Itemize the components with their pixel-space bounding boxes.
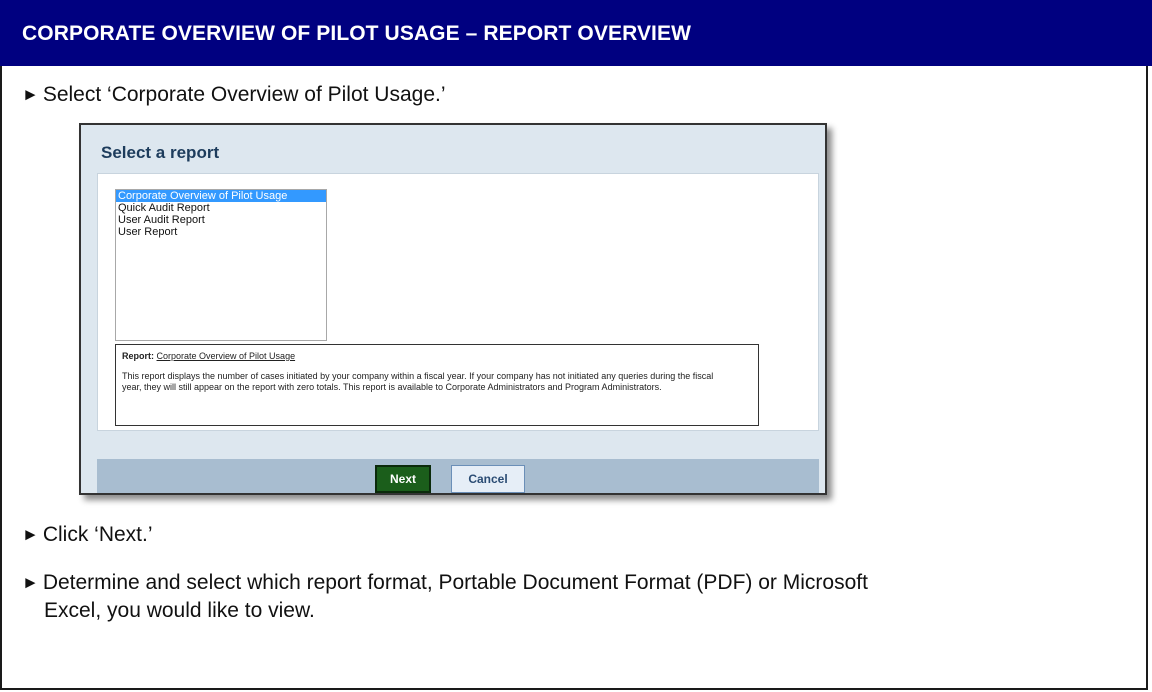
report-panel: Corporate Overview of Pilot Usage Quick … [97, 173, 819, 431]
list-item[interactable]: Quick Audit Report [116, 202, 326, 214]
report-description-text: This report displays the number of cases… [122, 371, 714, 392]
bullet-arrow-icon: ► [22, 85, 39, 104]
select-report-heading: Select a report [101, 143, 220, 162]
instruction-click-next: ► Click ‘Next.’ [22, 521, 153, 549]
instruction-text: Click ‘Next.’ [42, 523, 153, 546]
list-item[interactable]: User Report [116, 226, 326, 238]
report-description-box: Report: Corporate Overview of Pilot Usag… [115, 344, 759, 426]
report-selection-screenshot: Select a report Corporate Overview of Pi… [79, 123, 827, 495]
list-item[interactable]: Corporate Overview of Pilot Usage [116, 190, 326, 202]
report-description-label: Report: [122, 351, 154, 361]
cancel-button[interactable]: Cancel [451, 465, 525, 493]
list-item[interactable]: User Audit Report [116, 214, 326, 226]
next-button[interactable]: Next [375, 465, 431, 493]
header-bar: CORPORATE OVERVIEW OF PILOT USAGE – REPO… [0, 0, 1152, 66]
instruction-text-continued: Excel, you would like to view. [44, 599, 315, 622]
page-title: CORPORATE OVERVIEW OF PILOT USAGE – REPO… [22, 22, 692, 45]
instruction-text: Determine and select which report format… [42, 571, 868, 594]
instruction-text: Select ‘Corporate Overview of Pilot Usag… [42, 83, 446, 106]
report-name-link[interactable]: Corporate Overview of Pilot Usage [157, 351, 296, 361]
report-listbox[interactable]: Corporate Overview of Pilot Usage Quick … [115, 189, 327, 341]
bullet-arrow-icon: ► [22, 525, 39, 544]
bullet-arrow-icon: ► [22, 573, 39, 592]
instruction-select-format: ► Determine and select which report forma… [22, 569, 1122, 625]
button-bar: Next Cancel [97, 459, 819, 493]
instruction-select: ► Select ‘Corporate Overview of Pilot Usa… [22, 81, 446, 109]
